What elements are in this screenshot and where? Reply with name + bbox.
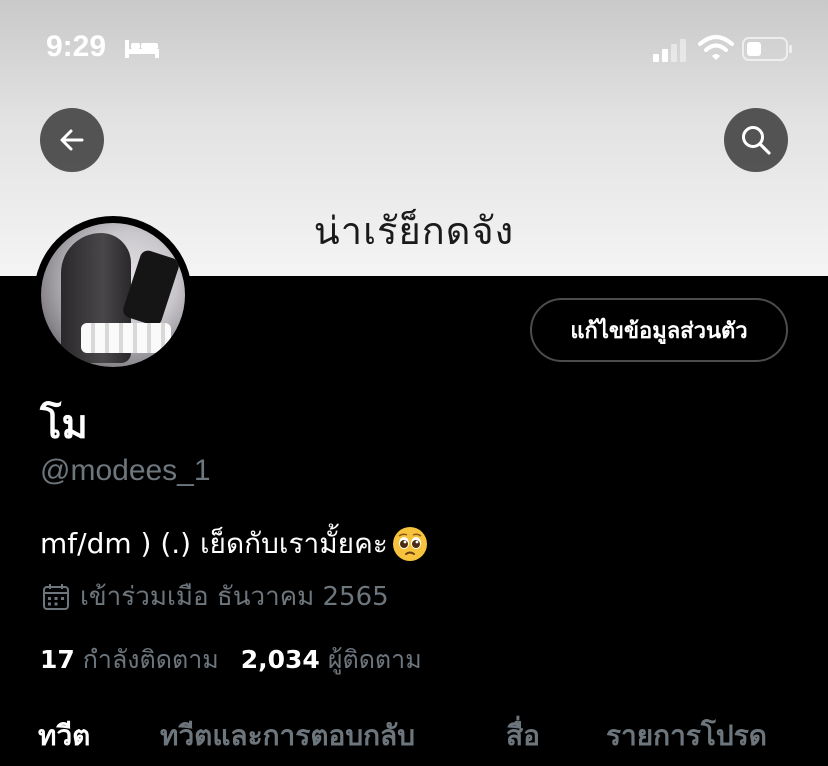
search-button[interactable]	[724, 108, 788, 172]
edit-profile-button[interactable]: แก้ไขข้อมูลส่วนตัว	[530, 298, 788, 362]
bio-text: mf/dm ) (.) เย็ดกับเรามั้ยคะ	[40, 527, 388, 560]
arrow-left-icon	[60, 129, 84, 151]
profile-bio: mf/dm ) (.) เย็ดกับเรามั้ยคะ	[40, 522, 428, 566]
follow-stats: 17 กำลังติดตาม 2,034 ผู้ติดตาม	[40, 640, 444, 680]
back-button[interactable]	[40, 108, 104, 172]
pleading-face-icon	[392, 527, 427, 561]
tab-tweets[interactable]: ทวีต	[38, 714, 90, 758]
signal-icon	[653, 39, 686, 62]
following-count[interactable]: 17	[40, 645, 75, 674]
status-bar: 9:29	[0, 0, 828, 100]
tab-likes[interactable]: รายการโปรด	[606, 714, 767, 758]
avatar-image	[41, 223, 185, 367]
following-label[interactable]: กำลังติดตาม	[83, 640, 219, 680]
display-name: โม	[40, 402, 88, 448]
join-date: เข้าร่วมเมือ ธันวาคม 2565	[42, 576, 389, 617]
followers-label[interactable]: ผู้ติดตาม	[328, 640, 422, 680]
profile-tabs: ทวีต ทวีตและการตอบกลับ สื่อ รายการโปรด	[0, 700, 828, 766]
followers-count[interactable]: 2,034	[241, 645, 320, 674]
user-handle: @modees_1	[40, 454, 211, 487]
search-icon	[742, 126, 771, 155]
tab-media[interactable]: สื่อ	[506, 714, 540, 758]
avatar[interactable]	[34, 216, 192, 374]
status-time: 9:29	[46, 30, 107, 63]
tab-tweets-and-replies[interactable]: ทวีตและการตอบกลับ	[160, 714, 415, 758]
calendar-icon	[43, 583, 69, 610]
wifi-icon	[698, 35, 734, 60]
join-date-text: เข้าร่วมเมือ ธันวาคม 2565	[80, 582, 389, 612]
battery-icon	[742, 37, 792, 61]
bed-icon	[125, 40, 159, 58]
